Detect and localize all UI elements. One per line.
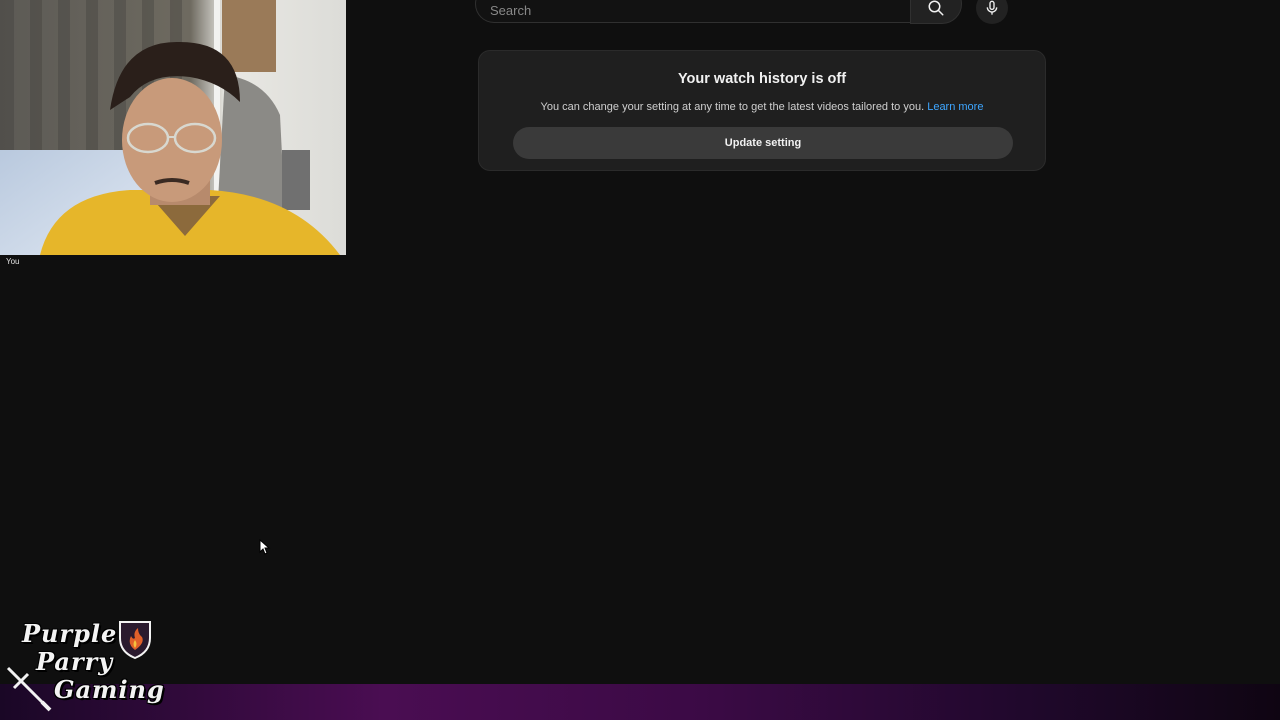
logo-line-1: Purple — [22, 619, 118, 648]
watch-history-title: Your watch history is off — [677, 71, 847, 87]
search-icon — [928, 0, 944, 16]
search-bar — [475, 0, 1008, 24]
watch-history-off-card: Your watch history is off You can change… — [478, 50, 1046, 171]
bottom-glow-bar — [0, 684, 1280, 720]
sword-icon — [6, 666, 52, 712]
webcam-image — [0, 0, 346, 255]
search-input[interactable] — [475, 0, 910, 23]
webcam-feed — [0, 0, 346, 255]
voice-search-button[interactable] — [976, 0, 1008, 24]
search-button[interactable] — [910, 0, 962, 24]
screen: Your watch history is off You can change… — [0, 0, 1280, 720]
webcam-label: You — [6, 257, 20, 266]
mouse-pointer-icon — [259, 539, 271, 555]
flaming-shield-icon — [119, 621, 151, 660]
watch-history-description-text: You can change your setting at any time … — [540, 101, 925, 113]
logo-line-3: Gaming — [54, 675, 165, 704]
watch-history-description: You can change your setting at any time … — [479, 101, 1045, 113]
microphone-icon — [986, 0, 998, 15]
learn-more-link[interactable]: Learn more — [927, 101, 983, 113]
channel-logo: Purple Parry Gaming — [2, 618, 166, 714]
update-setting-button[interactable]: Update setting — [513, 127, 1013, 159]
